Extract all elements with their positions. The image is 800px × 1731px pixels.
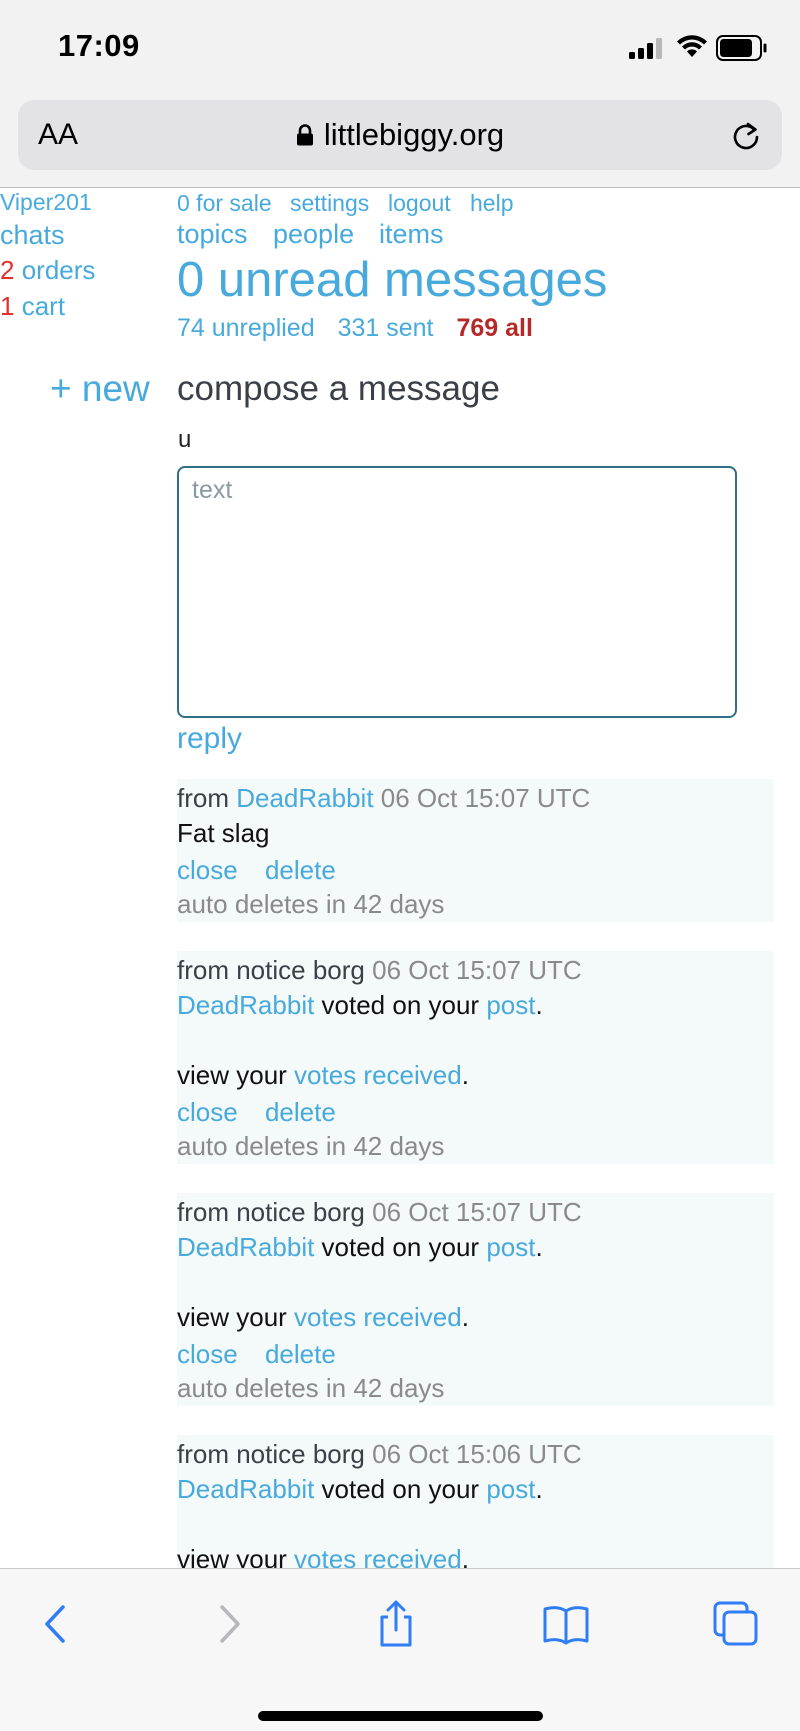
recipient-label: u bbox=[178, 426, 192, 453]
logout-link[interactable]: logout bbox=[388, 190, 451, 217]
browser-address-area: AA littlebiggy.org bbox=[0, 96, 800, 188]
settings-link[interactable]: settings bbox=[290, 190, 369, 217]
message-from: from notice borg bbox=[177, 955, 365, 985]
browser-toolbar bbox=[0, 1568, 800, 1731]
message-header: from notice borg 06 Oct 15:07 UTC bbox=[177, 953, 774, 988]
voter-link[interactable]: DeadRabbit bbox=[177, 1474, 314, 1504]
wifi-icon bbox=[677, 35, 707, 57]
cart-label: cart bbox=[21, 291, 66, 321]
new-message-link[interactable]: + new bbox=[50, 368, 150, 410]
status-bar: 17:09 bbox=[0, 0, 800, 96]
topics-link[interactable]: topics bbox=[177, 219, 248, 250]
cart-link[interactable]: 1 cart bbox=[0, 291, 65, 322]
close-button[interactable]: close bbox=[177, 1339, 238, 1369]
all-link[interactable]: 769 all bbox=[456, 314, 532, 342]
orders-count: 2 bbox=[0, 255, 15, 285]
voter-link[interactable]: DeadRabbit bbox=[177, 990, 314, 1020]
message-time: 06 Oct 15:06 UTC bbox=[372, 1439, 582, 1469]
home-indicator bbox=[258, 1711, 543, 1721]
unread-messages-title[interactable]: 0 unread messages bbox=[177, 252, 607, 308]
battery-icon bbox=[716, 35, 767, 61]
status-time: 17:09 bbox=[58, 28, 140, 63]
unreplied-link[interactable]: 74 unreplied bbox=[177, 314, 315, 342]
bookmarks-icon[interactable] bbox=[541, 1599, 591, 1649]
message-text-input[interactable] bbox=[177, 466, 737, 718]
close-button[interactable]: close bbox=[177, 1097, 238, 1127]
delete-button[interactable]: delete bbox=[265, 1339, 336, 1369]
message-item: from DeadRabbit 06 Oct 15:07 UTC Fat sla… bbox=[177, 779, 774, 922]
message-body: DeadRabbit voted on your post. bbox=[177, 1474, 543, 1504]
post-link[interactable]: post bbox=[486, 1232, 535, 1262]
username-link[interactable]: Viper201 bbox=[0, 189, 92, 216]
url-text: littlebiggy.org bbox=[323, 117, 505, 152]
items-link[interactable]: items bbox=[379, 219, 444, 250]
lock-icon bbox=[296, 124, 313, 146]
view-text: view your bbox=[177, 1060, 295, 1090]
cart-count: 1 bbox=[0, 291, 15, 321]
close-button[interactable]: close bbox=[177, 855, 238, 885]
votes-received-link[interactable]: votes received bbox=[294, 1302, 462, 1332]
tabs-icon[interactable] bbox=[711, 1599, 761, 1649]
forward-icon[interactable] bbox=[203, 1599, 253, 1649]
orders-label: orders bbox=[21, 255, 96, 285]
post-link[interactable]: post bbox=[486, 990, 535, 1020]
message-header: from notice borg 06 Oct 15:06 UTC bbox=[177, 1437, 774, 1472]
signal-icon bbox=[629, 38, 662, 59]
voted-text: voted on your bbox=[314, 1232, 487, 1262]
reply-button[interactable]: reply bbox=[177, 722, 242, 756]
message-item: from notice borg 06 Oct 15:07 UTC DeadRa… bbox=[177, 951, 774, 1164]
back-icon[interactable] bbox=[32, 1599, 82, 1649]
post-link[interactable]: post bbox=[486, 1474, 535, 1504]
reload-icon[interactable] bbox=[730, 120, 762, 152]
for-sale-link[interactable]: 0 for sale bbox=[177, 190, 272, 217]
message-actions: close delete bbox=[177, 853, 774, 888]
message-body-line: view your votes received. bbox=[177, 1060, 469, 1090]
message-body: DeadRabbit voted on your post. bbox=[177, 990, 543, 1020]
people-link[interactable]: people bbox=[273, 219, 354, 250]
message-time: 06 Oct 15:07 UTC bbox=[372, 955, 582, 985]
view-text: view your bbox=[177, 1302, 295, 1332]
auto-delete-note: auto deletes in 42 days bbox=[177, 1131, 445, 1161]
voted-text: voted on your bbox=[314, 990, 487, 1020]
help-link[interactable]: help bbox=[470, 190, 513, 217]
message-item: from notice borg 06 Oct 15:06 UTC DeadRa… bbox=[177, 1435, 774, 1575]
address-bar[interactable]: AA littlebiggy.org bbox=[18, 100, 782, 170]
message-item: from notice borg 06 Oct 15:07 UTC DeadRa… bbox=[177, 1193, 774, 1406]
sender-link[interactable]: DeadRabbit bbox=[236, 783, 373, 813]
message-header: from DeadRabbit 06 Oct 15:07 UTC bbox=[177, 781, 774, 816]
sent-link[interactable]: 331 sent bbox=[338, 314, 434, 342]
delete-button[interactable]: delete bbox=[265, 855, 336, 885]
voted-text: voted on your bbox=[314, 1474, 487, 1504]
auto-delete-note: auto deletes in 42 days bbox=[177, 889, 445, 919]
message-from-prefix: from bbox=[177, 783, 229, 813]
message-from: from notice borg bbox=[177, 1197, 365, 1227]
url-display[interactable]: littlebiggy.org bbox=[18, 117, 782, 153]
delete-button[interactable]: delete bbox=[265, 1097, 336, 1127]
message-counts: 74 unreplied 331 sent 769 all bbox=[177, 314, 549, 343]
orders-link[interactable]: 2 orders bbox=[0, 255, 95, 286]
message-body: Fat slag bbox=[177, 818, 270, 848]
message-header: from notice borg 06 Oct 15:07 UTC bbox=[177, 1195, 774, 1230]
voter-link[interactable]: DeadRabbit bbox=[177, 1232, 314, 1262]
message-body: DeadRabbit voted on your post. bbox=[177, 1232, 543, 1262]
message-actions: close delete bbox=[177, 1337, 774, 1372]
message-from: from notice borg bbox=[177, 1439, 365, 1469]
message-body-line: view your votes received. bbox=[177, 1302, 469, 1332]
votes-received-link[interactable]: votes received bbox=[294, 1060, 462, 1090]
chats-link[interactable]: chats bbox=[0, 220, 65, 251]
compose-title: compose a message bbox=[177, 369, 500, 408]
message-time: 06 Oct 15:07 UTC bbox=[380, 783, 591, 813]
share-icon[interactable] bbox=[371, 1599, 421, 1649]
message-time: 06 Oct 15:07 UTC bbox=[372, 1197, 582, 1227]
message-actions: close delete bbox=[177, 1095, 774, 1130]
auto-delete-note: auto deletes in 42 days bbox=[177, 1373, 445, 1403]
